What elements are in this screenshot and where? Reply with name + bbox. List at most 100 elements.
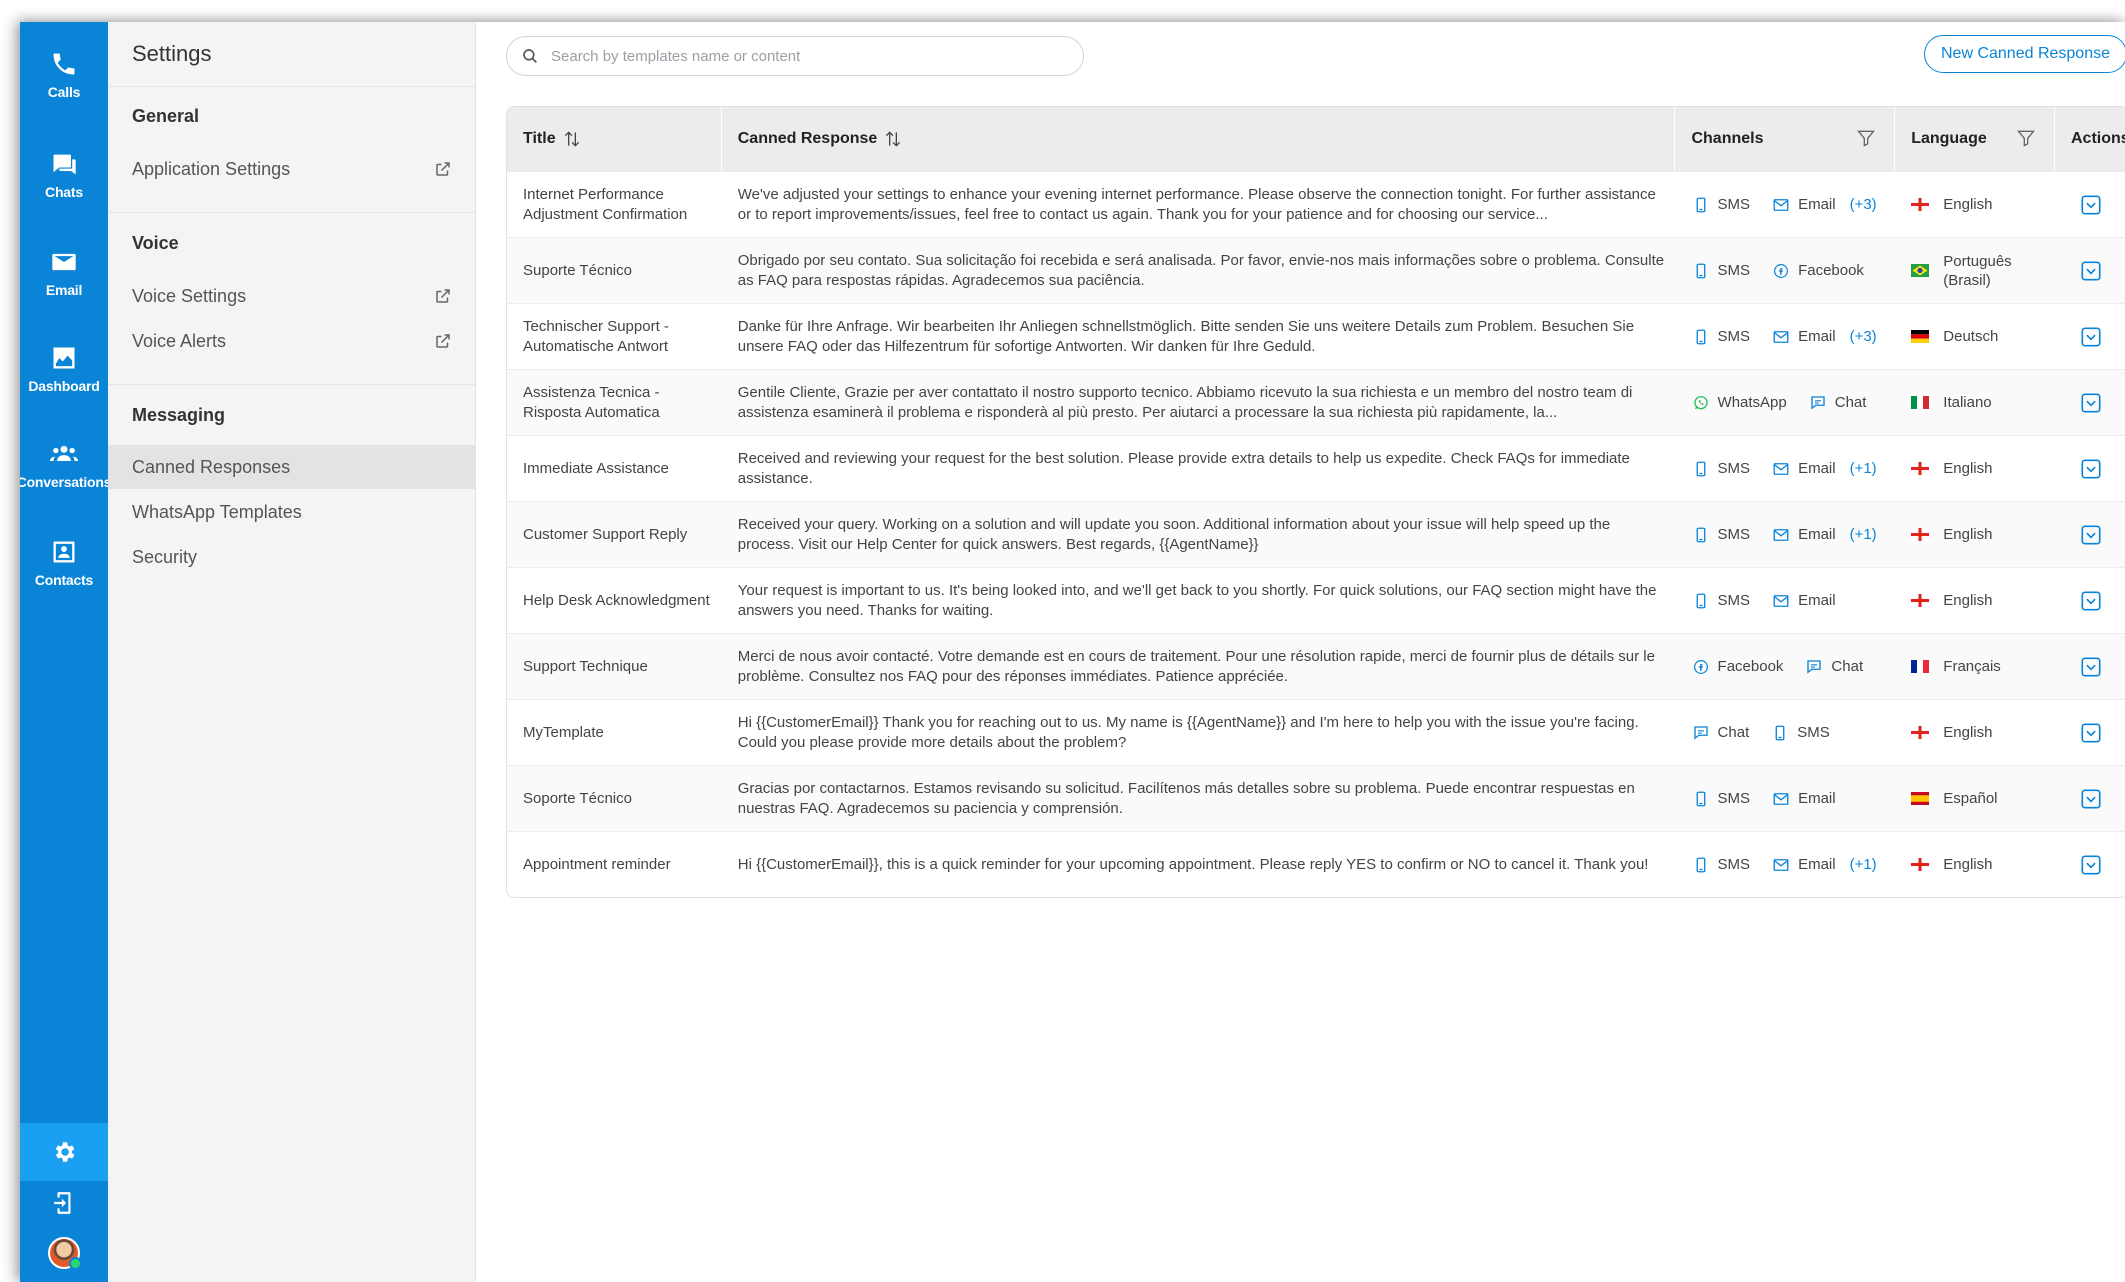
sort-icon[interactable] xyxy=(562,129,582,149)
rail-item-conversations[interactable]: Conversations xyxy=(20,440,112,520)
rail-settings-button[interactable] xyxy=(20,1123,108,1181)
logout-device-icon xyxy=(54,1192,71,1214)
nav-security[interactable]: Security xyxy=(108,535,476,579)
actions-dropdown-icon[interactable] xyxy=(2080,458,2102,480)
actions-dropdown-icon[interactable] xyxy=(2080,590,2102,612)
channel-label: Chat xyxy=(1831,658,1864,675)
sms-icon xyxy=(1696,527,1705,542)
rail-label-conversations: Conversations xyxy=(20,474,112,490)
table-row[interactable]: Internet Performance Adjustment Confirma… xyxy=(507,171,2125,237)
channel-sms: SMS xyxy=(1692,460,1750,478)
new-canned-response-button[interactable]: New Canned Response xyxy=(1924,35,2125,73)
actions-dropdown-icon[interactable] xyxy=(2080,194,2102,216)
column-title-label: Title xyxy=(523,130,556,147)
table-row[interactable]: Appointment reminder Hi {{CustomerEmail}}… xyxy=(507,831,2125,897)
template-response: Hi {{CustomerEmail}} Thank you for reach… xyxy=(737,713,1639,751)
nav-whatsapp-templates[interactable]: WhatsApp Templates xyxy=(108,490,476,534)
search-box[interactable] xyxy=(506,36,1084,76)
more-channels-badge[interactable]: (+1) xyxy=(1850,856,1877,873)
channel-chat: Chat xyxy=(1809,394,1866,412)
actions-dropdown-icon[interactable] xyxy=(2080,326,2102,348)
template-response: Gentile Cliente, Grazie per aver contatt… xyxy=(737,383,1633,421)
language-label: Español xyxy=(1943,790,1998,807)
rail-item-email[interactable]: Email xyxy=(20,248,108,328)
more-channels-badge[interactable]: (+1) xyxy=(1850,526,1877,543)
actions-dropdown-icon[interactable] xyxy=(2080,722,2102,744)
actions-dropdown-icon[interactable] xyxy=(2080,854,2102,876)
channel-email: Email xyxy=(1772,196,1836,214)
online-status-dot xyxy=(69,1257,82,1270)
channel-label: SMS xyxy=(1797,724,1830,741)
table-row[interactable]: Suporte Técnico Obrigado por seu contato.… xyxy=(507,237,2125,303)
email-icon xyxy=(1773,462,1789,475)
filter-icon[interactable] xyxy=(2016,128,2036,148)
channel-sms: SMS xyxy=(1692,790,1750,808)
email-icon xyxy=(1773,858,1789,871)
cell-actions xyxy=(2055,502,2125,567)
settings-title: Settings xyxy=(108,22,475,87)
filter-icon[interactable] xyxy=(1856,128,1876,148)
chat-icon xyxy=(1811,395,1825,410)
channel-label: Email xyxy=(1798,526,1836,543)
actions-dropdown-icon[interactable] xyxy=(2080,656,2102,678)
sms-icon xyxy=(1775,725,1785,740)
table-row[interactable]: MyTemplate Hi {{CustomerEmail}} Thank you… xyxy=(507,699,2125,765)
template-response: Gracias por contactarnos. Estamos revisa… xyxy=(737,779,1635,817)
search-input[interactable] xyxy=(551,47,1071,65)
rail-label-email: Email xyxy=(45,282,83,298)
rail-item-contacts[interactable]: Contacts xyxy=(20,538,108,618)
actions-dropdown-icon[interactable] xyxy=(2080,392,2102,414)
column-language: Language xyxy=(1895,107,2055,171)
left-rail: Calls Chats Email Dashboard Conversation… xyxy=(20,22,112,1282)
language-label: Italiano xyxy=(1943,394,1992,411)
flag-en-icon xyxy=(1911,462,1930,475)
rail-item-calls[interactable]: Calls xyxy=(20,50,108,130)
table-row[interactable]: Support Technique Merci de nous avoir con… xyxy=(507,633,2125,699)
nav-voice-settings[interactable]: Voice Settings xyxy=(108,274,476,318)
cell-title: Help Desk Acknowledgment xyxy=(507,568,722,633)
rail-avatar-button[interactable] xyxy=(20,1224,108,1282)
chat-icon xyxy=(1807,659,1822,674)
channel-email: Email xyxy=(1772,790,1836,808)
cell-actions xyxy=(2055,304,2125,369)
table-row[interactable]: Immediate Assistance Received and reviewi… xyxy=(507,435,2125,501)
contact-card-icon xyxy=(53,541,75,563)
table-row[interactable]: Customer Support Reply Received your quer… xyxy=(507,501,2125,567)
nav-label: Voice Alerts xyxy=(132,330,227,351)
cell-language: English xyxy=(1895,502,2055,567)
more-channels-badge[interactable]: (+3) xyxy=(1850,196,1877,213)
actions-dropdown-icon[interactable] xyxy=(2080,788,2102,810)
channel-email: Email xyxy=(1772,460,1836,478)
cell-language: Français xyxy=(1895,634,2055,699)
table-row[interactable]: Soporte Técnico Gracias por contactarnos.… xyxy=(507,765,2125,831)
more-channels-badge[interactable]: (+3) xyxy=(1850,328,1877,345)
template-title: Internet Performance Adjustment Confirma… xyxy=(523,185,688,223)
rail-item-dashboard[interactable]: Dashboard xyxy=(20,344,108,424)
cell-response: Hi {{CustomerEmail}}, this is a quick re… xyxy=(722,832,1676,897)
actions-dropdown-icon[interactable] xyxy=(2080,260,2102,282)
actions-dropdown-icon[interactable] xyxy=(2080,524,2102,546)
nav-voice-alerts[interactable]: Voice Alerts xyxy=(108,319,476,363)
sort-icon[interactable] xyxy=(883,129,903,149)
column-actions: Actions xyxy=(2055,107,2125,171)
column-title[interactable]: Title xyxy=(507,107,722,171)
settings-panel: Settings General Application Settings Vo… xyxy=(108,22,476,1282)
column-canned-response[interactable]: Canned Response xyxy=(722,107,1676,171)
table-row[interactable]: Technischer Support - Automatische Antwo… xyxy=(507,303,2125,369)
language-label: English xyxy=(1943,460,1993,477)
template-response: Danke für Ihre Anfrage. Wir bearbeiten I… xyxy=(737,317,1635,355)
rail-item-chats[interactable]: Chats xyxy=(20,150,108,230)
flag-en-icon xyxy=(1911,528,1930,541)
nav-label: Security xyxy=(132,546,198,567)
nav-canned-responses[interactable]: Canned Responses xyxy=(108,445,476,489)
table-row[interactable]: Help Desk Acknowledgment Your request is … xyxy=(507,567,2125,633)
language-label: English xyxy=(1943,856,1993,873)
channel-sms: SMS xyxy=(1771,724,1830,742)
language-label: English xyxy=(1943,724,1993,741)
template-title: Soporte Técnico xyxy=(523,789,632,807)
table-row[interactable]: Assistenza Tecnica - Risposta Automatica… xyxy=(507,369,2125,435)
channel-sms: SMS xyxy=(1692,856,1750,874)
template-response: Hi {{CustomerEmail}}, this is a quick re… xyxy=(737,855,1649,873)
more-channels-badge[interactable]: (+1) xyxy=(1850,460,1877,477)
nav-application-settings[interactable]: Application Settings xyxy=(108,147,476,191)
